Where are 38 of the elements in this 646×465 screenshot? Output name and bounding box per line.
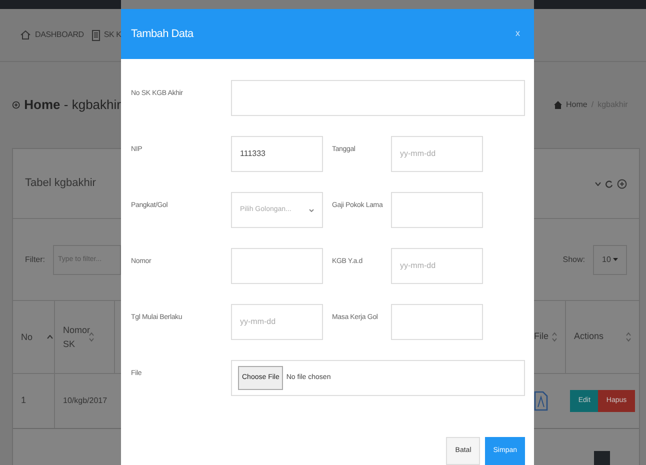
breadcrumb-separator: /: [591, 99, 594, 111]
page-title: Home - kgbakhir: [24, 96, 121, 114]
table-cell-text: 10/kgb/2017: [62, 395, 108, 407]
dropdown-caret-icon: [613, 258, 618, 261]
input-field[interactable]: [231, 248, 323, 284]
pdf-file-icon[interactable]: [534, 391, 548, 411]
input-field[interactable]: yy-mm-dd: [391, 136, 483, 172]
table-cell: 1: [13, 374, 55, 428]
breadcrumb-link[interactable]: Home: [566, 99, 588, 111]
dark-block: [594, 451, 610, 465]
input-field[interactable]: yy-mm-dd: [231, 304, 323, 340]
collapse-icon[interactable]: [595, 182, 601, 186]
close-button[interactable]: x: [512, 27, 524, 41]
document-icon: [92, 30, 100, 40]
plus-circle-icon[interactable]: [617, 178, 627, 188]
modal-title: Tambah Data: [131, 26, 194, 42]
nav-link[interactable]: DASHBOARD: [20, 29, 84, 41]
input-field[interactable]: yy-mm-dd: [391, 248, 483, 284]
filter-label: Filter:: [25, 254, 45, 266]
column-header[interactable]: No: [13, 301, 55, 373]
sort-ascending-icon[interactable]: [47, 335, 53, 339]
input-field[interactable]: 111333: [231, 136, 323, 172]
dropdown-caret-icon: [309, 208, 314, 212]
page-size-select[interactable]: 10: [593, 244, 627, 274]
home-icon: [20, 30, 31, 40]
input-field[interactable]: [391, 304, 483, 340]
show-label: Show:: [562, 254, 585, 266]
sort-icon[interactable]: [626, 332, 631, 342]
input-field[interactable]: [391, 192, 483, 228]
refresh-icon[interactable]: [605, 180, 613, 188]
card-title: Tabel kgbakhir: [25, 176, 96, 192]
sort-icon[interactable]: [552, 332, 557, 342]
column-header[interactable]: Actions: [566, 301, 639, 373]
nav-link[interactable]: SK K: [92, 29, 121, 41]
sort-icon[interactable]: [89, 332, 94, 342]
input-field[interactable]: [231, 80, 525, 116]
column-header[interactable]: Nomor SK: [55, 301, 115, 373]
home-icon: [554, 101, 562, 109]
